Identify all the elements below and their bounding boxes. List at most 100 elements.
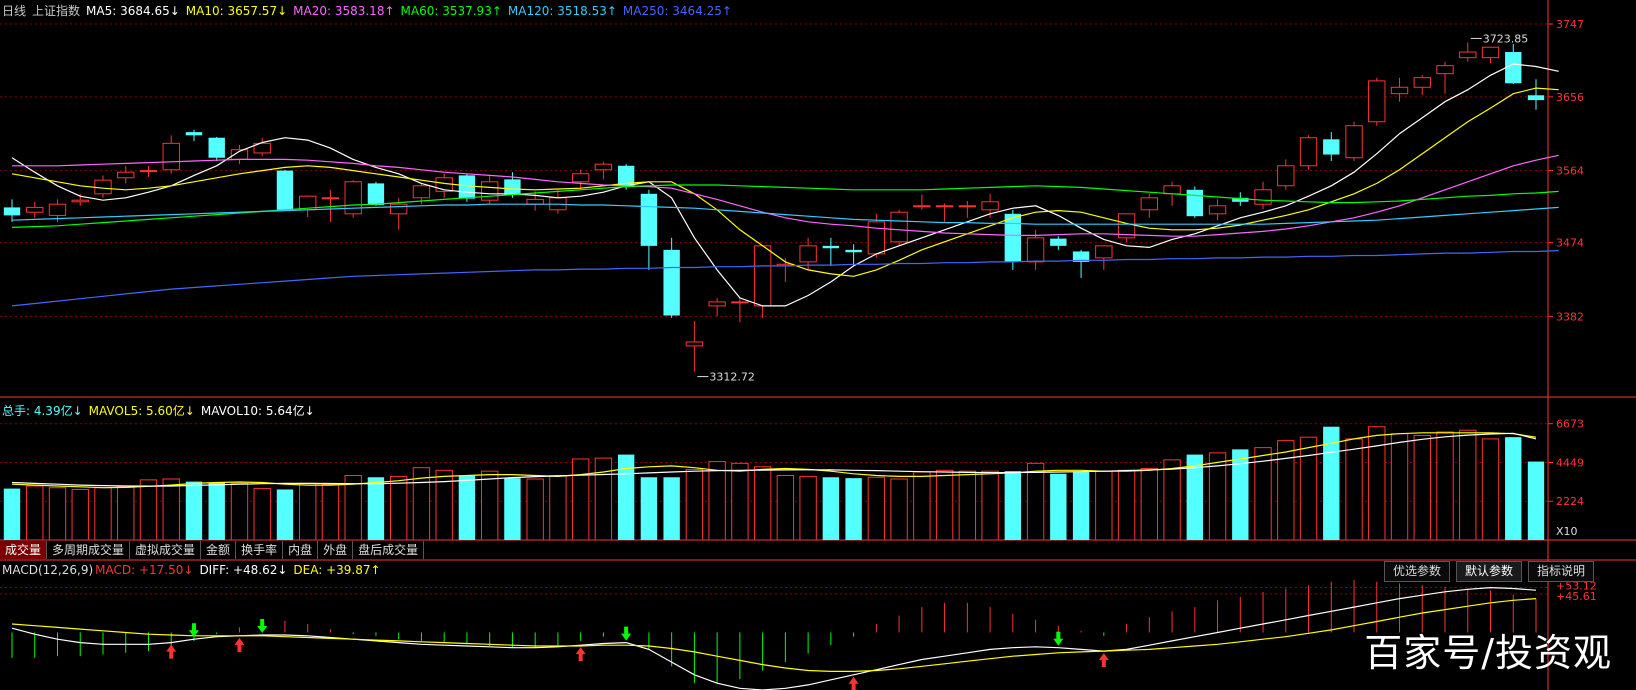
volume-bar-up (1368, 426, 1386, 541)
stock-chart[interactable]: 3747 3656 3564 3474 3382 3723.85 3312.72 6673 44… (0, 0, 1636, 690)
candle-body-down (663, 249, 680, 316)
candle-body-up (1459, 51, 1477, 59)
signal-arrow-up (234, 637, 245, 652)
candle-body-down (1186, 189, 1203, 217)
candle-body-up (799, 245, 817, 263)
volume-bar-up (935, 469, 954, 541)
candle-body-down (458, 175, 476, 199)
volume-bar-up (162, 478, 180, 541)
candle-body-up (935, 205, 954, 208)
volume-bar-down (1527, 461, 1545, 540)
candle-body-up (1026, 237, 1045, 263)
tab-inner[interactable]: 内盘 (283, 541, 319, 559)
volume-bar-up (594, 457, 613, 541)
optimal-params-button[interactable]: 优选参数 (1384, 561, 1451, 582)
candle-body-up (1140, 197, 1159, 211)
default-params-button[interactable]: 默认参数 (1456, 561, 1523, 582)
volume-bar-down (1072, 472, 1090, 540)
volume-bar-up (1277, 440, 1295, 541)
volume-bar-down (845, 478, 862, 540)
candle-body-up (753, 245, 772, 307)
tab-amount[interactable]: 金额 (201, 541, 237, 559)
candle-body-up (1095, 245, 1113, 259)
tab-multi-period-volume[interactable]: 多周期成交量 (47, 541, 131, 559)
ma10-line (11, 87, 1559, 277)
candle-body-down (1527, 95, 1545, 101)
ma20-label: MA20: 3583.18↑ (293, 4, 395, 18)
candle-body-up (1163, 185, 1181, 195)
volume-bar-up (1413, 434, 1431, 541)
volume-bar-up (1390, 433, 1409, 541)
signal-arrow-up (848, 676, 859, 690)
candle-body-down (1323, 139, 1340, 155)
signal-arrow-down (257, 619, 268, 633)
volume-bar-up (253, 488, 271, 541)
volume-bar-down (458, 475, 476, 540)
mavol5-label: MAVOL5: 5.60亿↓ (88, 404, 195, 418)
macd-tick-label: +45.61 (1556, 590, 1597, 603)
low-annotation: 3312.72 (709, 371, 755, 384)
candle-body-up (321, 197, 340, 200)
candle-body-up (412, 185, 431, 199)
price-tick-label: 3474 (1556, 237, 1584, 250)
candle-body-up (1368, 80, 1386, 123)
diff-line (11, 586, 1537, 690)
volume-tabs: 成交量 多周期成交量 虚拟成交量 金额 换手率 内盘 外盘 盘后成交量 (0, 541, 425, 560)
volume-bar-down (1050, 473, 1067, 540)
candle-body-up (1413, 77, 1431, 88)
ma5-label: MA5: 3684.65↓ (86, 4, 180, 18)
volume-bar-up (549, 475, 567, 541)
volume-bar-down (367, 477, 385, 540)
candle-body-down (3, 207, 21, 216)
volume-bar-up (1299, 436, 1318, 541)
candle-body-up (890, 211, 908, 243)
volume-bar-up (480, 470, 499, 541)
candle-body-up (685, 341, 704, 347)
tab-virtual-volume[interactable]: 虚拟成交量 (130, 541, 202, 559)
candle-body-up (1208, 205, 1227, 215)
candle-body-up (139, 170, 158, 173)
price-tick-label: 3382 (1556, 310, 1584, 323)
candle-body-up (571, 173, 590, 183)
price-tick-label: 3747 (1556, 18, 1584, 31)
volume-bar-up (48, 487, 67, 541)
candle-body-up (913, 205, 931, 208)
volume-bar-up (913, 471, 931, 541)
candle-body-up (1345, 125, 1363, 159)
volume-bar-up (1481, 438, 1500, 541)
candle-body-up (1299, 137, 1318, 167)
tab-volume[interactable]: 成交量 (0, 541, 48, 559)
candle-body-up (731, 301, 749, 304)
volume-bar-up (1026, 462, 1045, 541)
volume-bar-up (867, 476, 886, 541)
signal-arrow-up (166, 644, 177, 659)
volume-bar-up (1459, 429, 1477, 541)
volume-bar-down (663, 477, 680, 540)
volume-bar-up (799, 475, 817, 541)
candle-body-up (958, 205, 977, 208)
candle-body-down (185, 132, 203, 136)
candle-body-up (480, 181, 499, 201)
ma10-label: MA10: 3657.57↓ (185, 4, 288, 18)
volume-bar-up (321, 483, 340, 541)
tab-after-hours-volume[interactable]: 盘后成交量 (353, 541, 425, 559)
candle-body-up (1436, 65, 1454, 75)
volume-bar-up (117, 486, 135, 541)
candle-body-up (389, 203, 408, 215)
tab-outer[interactable]: 外盘 (318, 541, 354, 559)
dea-value: DEA: +39.87↑ (293, 563, 381, 577)
tab-turnover[interactable]: 换手率 (236, 541, 284, 559)
candle-body-up (1254, 189, 1272, 205)
candle-body-up (71, 199, 89, 203)
volume-bar-up (230, 482, 249, 541)
index-name: 上证指数 (32, 4, 81, 18)
volume-bar-up (890, 478, 908, 541)
candle-body-up (981, 201, 999, 211)
candle-body-up (867, 221, 886, 255)
volume-bar-up (1436, 431, 1454, 541)
indicator-help-button[interactable]: 指标说明 (1528, 561, 1595, 582)
volume-header: 总手: 4.39亿↓ MAVOL5: 5.60亿↓ MAVOL10: 5.64亿↓ (2, 402, 321, 419)
candle-body-up (594, 163, 613, 171)
ma20-line (12, 154, 1559, 237)
watermark: 百家号/投资观 (1364, 631, 1612, 675)
